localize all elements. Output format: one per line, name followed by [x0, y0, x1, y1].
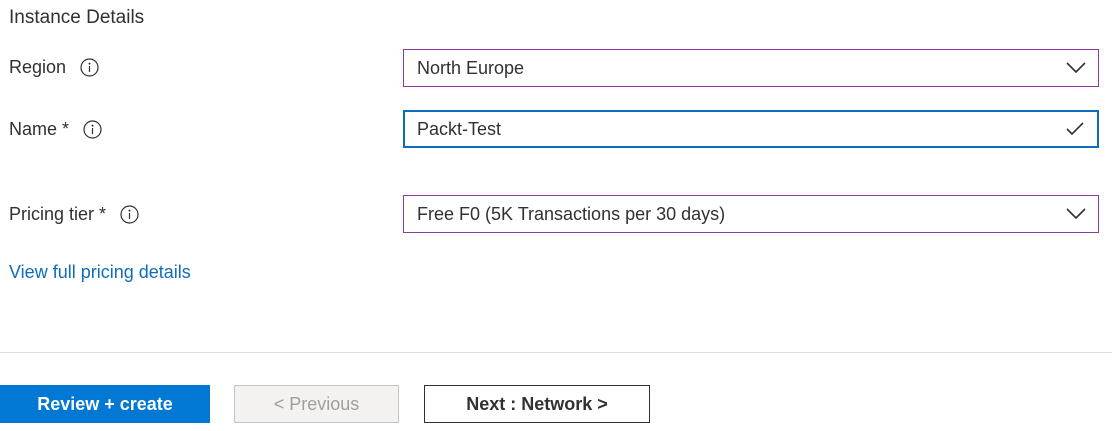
info-icon[interactable]	[80, 58, 99, 77]
chevron-down-icon	[1064, 56, 1088, 80]
name-label: Name *	[9, 119, 70, 139]
chevron-down-icon	[1064, 202, 1088, 226]
region-label: Region	[9, 57, 67, 77]
info-icon[interactable]	[120, 205, 139, 224]
previous-button[interactable]: < Previous	[234, 385, 399, 423]
checkmark-icon	[1063, 117, 1087, 141]
create-resource-form: Instance Details Region North Europe Nam…	[0, 0, 1112, 431]
name-input[interactable]: Packt-Test	[403, 110, 1099, 148]
region-label-row: Region	[9, 57, 99, 78]
pricing-tier-select[interactable]: Free F0 (5K Transactions per 30 days)	[403, 195, 1099, 233]
pricing-label-row: Pricing tier *	[9, 204, 139, 225]
footer-divider	[0, 352, 1112, 353]
region-select[interactable]: North Europe	[403, 49, 1099, 87]
name-label-row: Name *	[9, 119, 102, 140]
region-value: North Europe	[417, 57, 525, 78]
pricing-tier-value: Free F0 (5K Transactions per 30 days)	[417, 203, 726, 224]
info-icon[interactable]	[83, 120, 102, 139]
review-create-button[interactable]: Review + create	[0, 385, 210, 423]
pricing-label: Pricing tier *	[9, 204, 107, 224]
section-title: Instance Details	[9, 7, 145, 28]
name-value: Packt-Test	[417, 118, 502, 139]
view-pricing-link[interactable]: View full pricing details	[9, 262, 191, 283]
next-network-button[interactable]: Next : Network >	[424, 385, 650, 423]
